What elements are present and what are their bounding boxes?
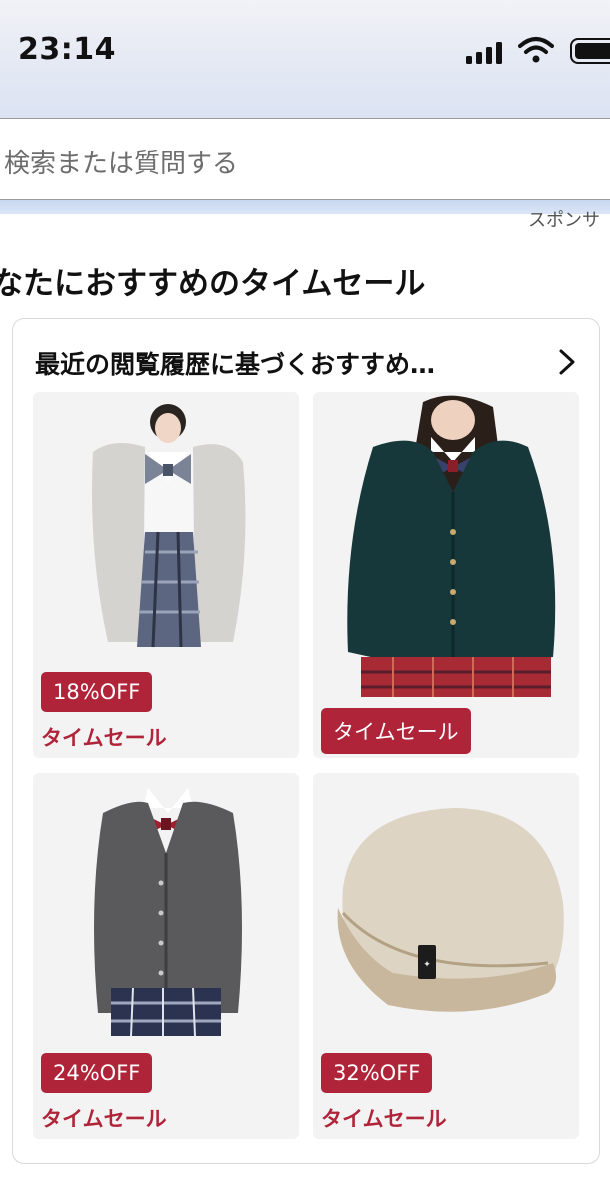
section-title: なたにおすすめのタイムセール bbox=[0, 266, 426, 302]
clock: 23:14 bbox=[18, 32, 116, 67]
search-input[interactable]: 検索または質問する bbox=[4, 143, 238, 180]
wifi-icon bbox=[518, 37, 554, 63]
product-image bbox=[92, 404, 246, 648]
deal-badge: タイムセール bbox=[321, 708, 471, 754]
product-tile[interactable]: タイムセール bbox=[313, 392, 579, 758]
deal-label: タイムセール bbox=[41, 726, 167, 750]
product-tile[interactable]: 18%OFF タイムセール bbox=[33, 392, 299, 758]
card-title[interactable]: 最近の閲覧履歴に基づくおすすめ… bbox=[35, 345, 435, 381]
discount-badge: 32%OFF bbox=[321, 1053, 433, 1093]
sponsored-label: スポンサ bbox=[528, 210, 600, 231]
product-image: ✦ bbox=[337, 808, 564, 1012]
battery-icon bbox=[570, 38, 610, 64]
deal-label: タイムセール bbox=[41, 1107, 167, 1131]
svg-text:✦: ✦ bbox=[423, 960, 431, 970]
header-strip bbox=[0, 200, 610, 214]
chevron-right-icon[interactable] bbox=[551, 347, 581, 377]
discount-badge: 24%OFF bbox=[41, 1053, 153, 1093]
discount-badge: 18%OFF bbox=[41, 672, 153, 712]
product-tile[interactable]: 24%OFF タイムセール bbox=[33, 773, 299, 1139]
cellular-signal-icon bbox=[466, 40, 506, 64]
product-image bbox=[347, 395, 556, 697]
status-bar: 23:14 bbox=[0, 0, 610, 118]
recommendation-card: 最近の閲覧履歴に基づくおすすめ… 18%OFF タイムセール タイムセール 24… bbox=[12, 318, 600, 1164]
product-tile[interactable]: ✦ 32%OFF タイムセール bbox=[313, 773, 579, 1139]
search-bar[interactable]: 検索または質問する bbox=[0, 118, 610, 200]
deal-label: タイムセール bbox=[321, 1107, 447, 1131]
product-image bbox=[94, 788, 242, 1037]
